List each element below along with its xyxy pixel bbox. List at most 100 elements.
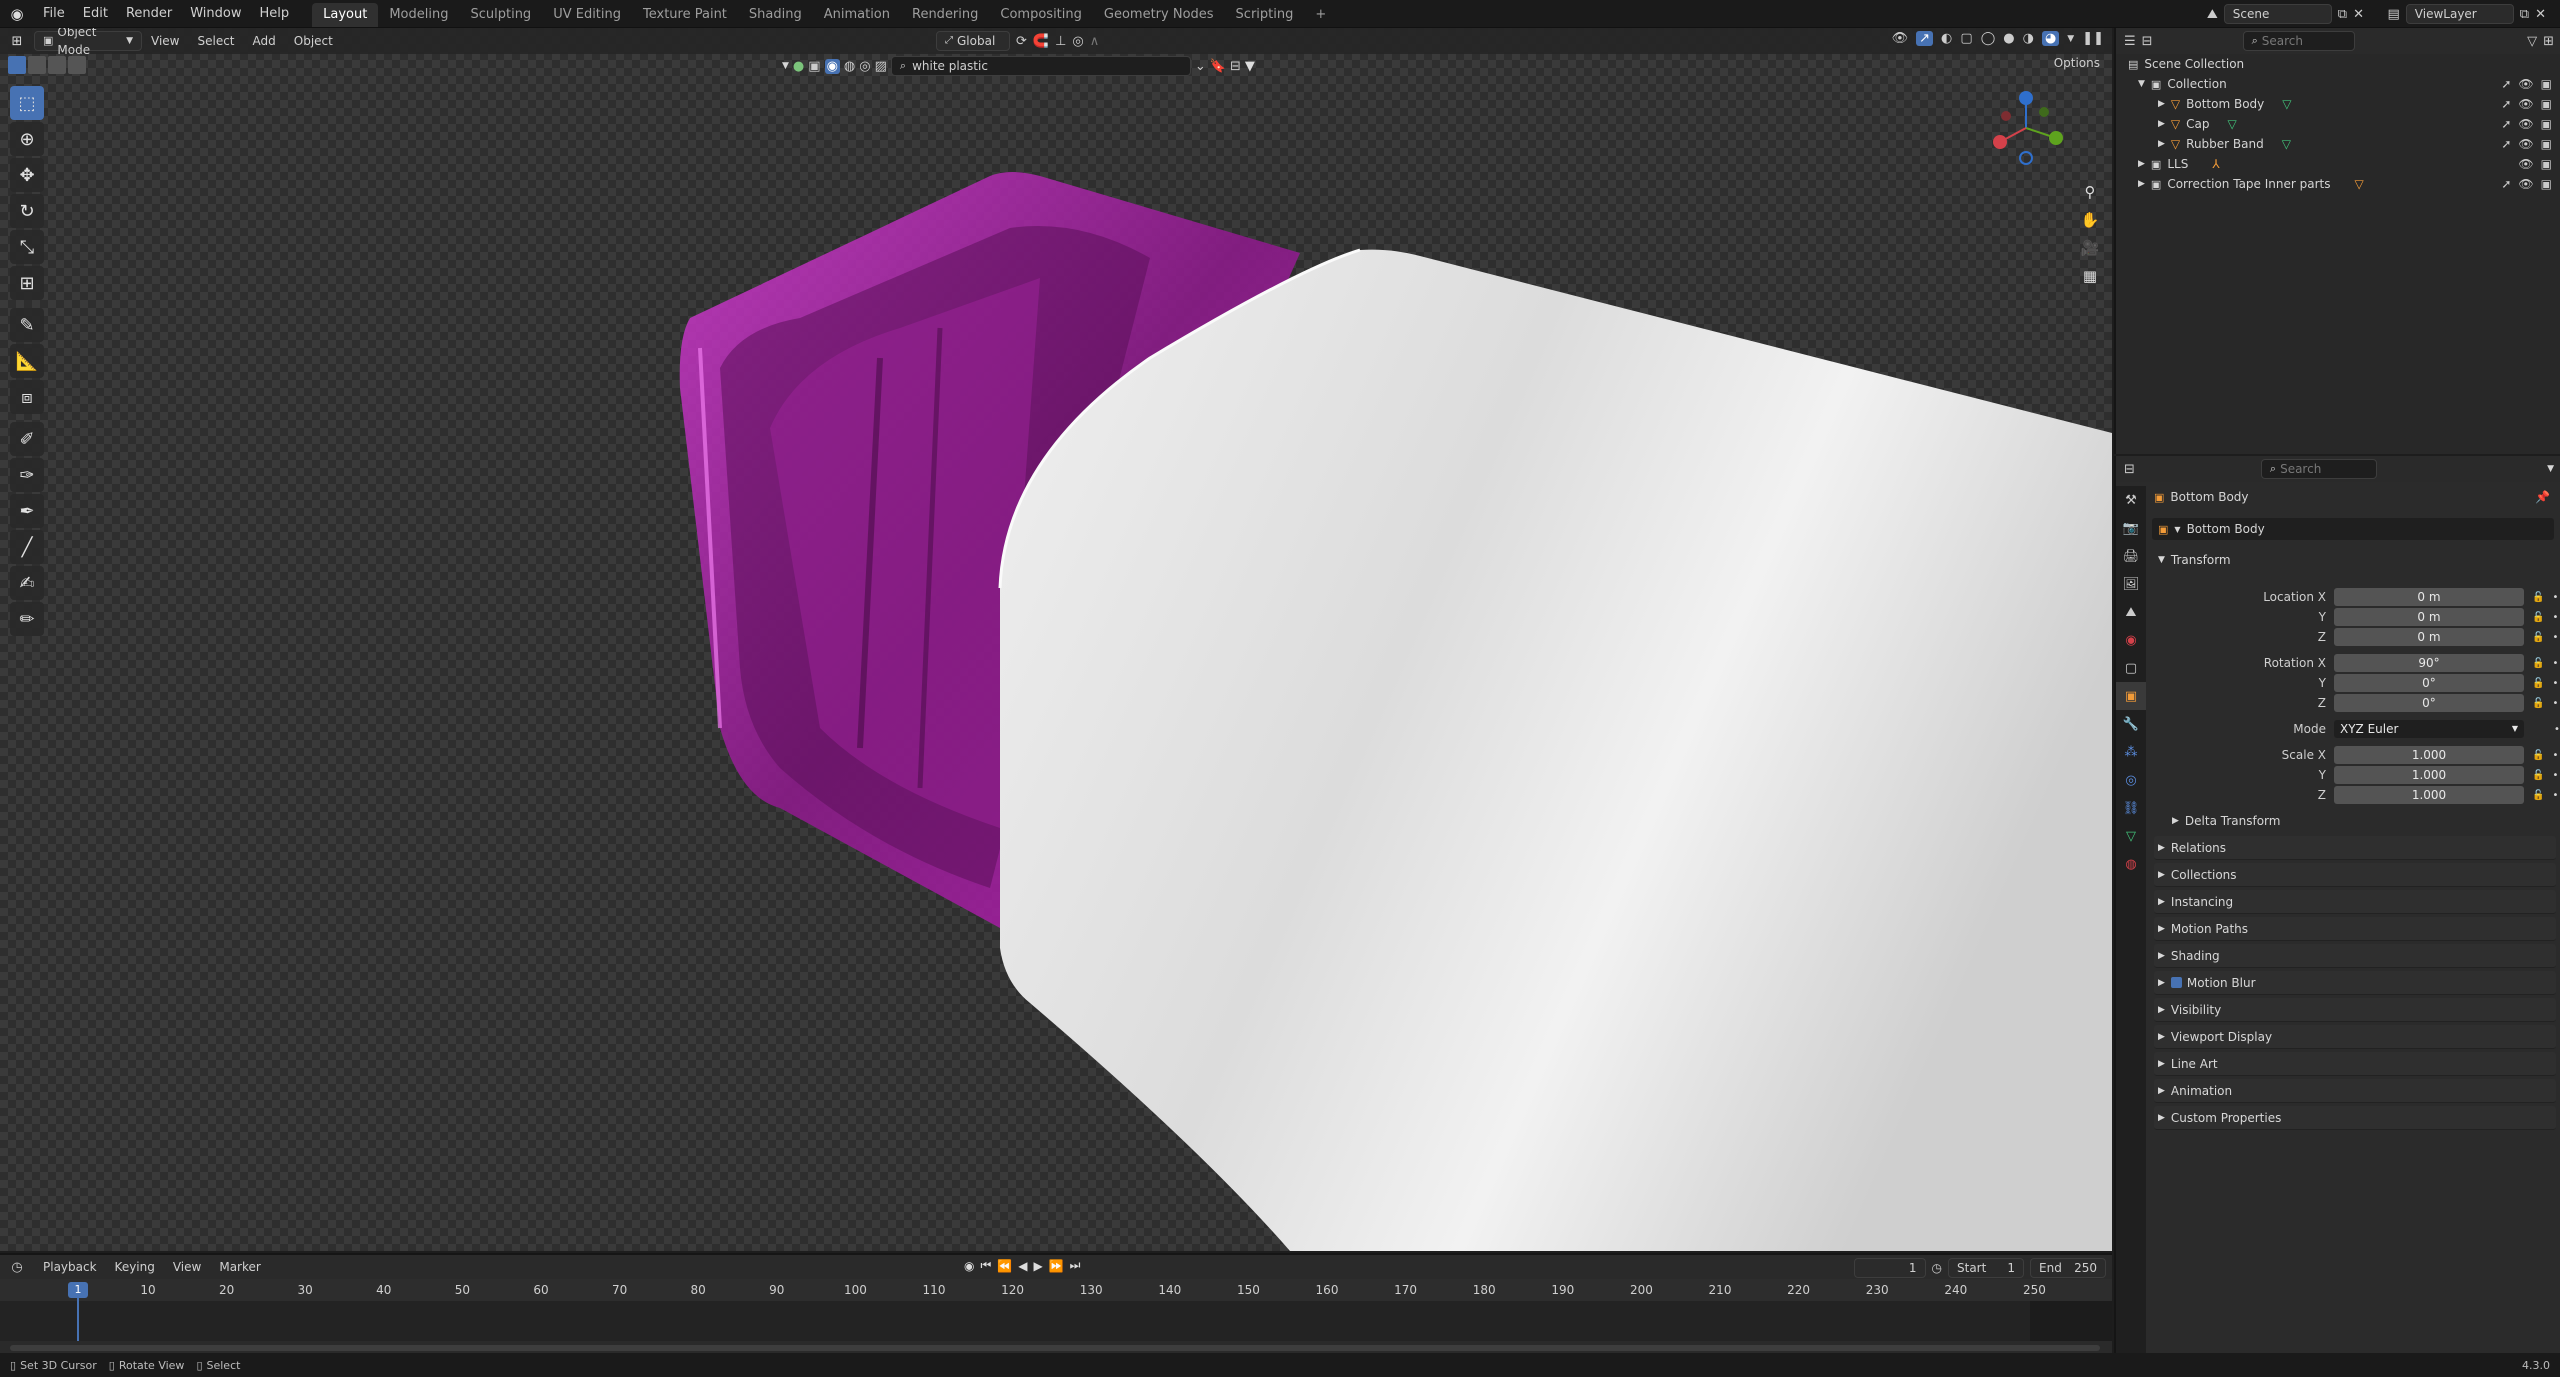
brush-tool-4-icon[interactable]: ╱ <box>10 530 44 564</box>
constraints-tab-icon[interactable]: ⛓ <box>2116 794 2146 822</box>
options-button[interactable]: Options <box>2054 56 2100 70</box>
expand-arrow-icon[interactable]: ▶ <box>2158 139 2165 149</box>
panel-shading[interactable]: ▶ Shading <box>2154 944 2556 968</box>
outliner-row-rubber-band[interactable]: ▶ ▽ Rubber Band ▽ ➚ 👁 ▣ <box>2116 134 2560 154</box>
select-arrow-icon[interactable]: ➚ <box>2501 77 2511 91</box>
outliner-editor-icon[interactable]: ☰ <box>2124 34 2136 49</box>
rotate-tool-icon[interactable]: ↻ <box>10 194 44 228</box>
cursor-tool-icon[interactable]: ⊕ <box>10 122 44 156</box>
sidebar-toggle-icon[interactable]: ❚❚ <box>2082 31 2104 46</box>
camera-icon[interactable]: ▣ <box>2541 137 2552 151</box>
xray-icon[interactable]: ▢ <box>1960 31 1972 46</box>
playhead-marker[interactable]: 1 <box>68 1282 88 1298</box>
brush-tool-2-icon[interactable]: ✑ <box>10 458 44 492</box>
lock-icon[interactable]: 🔓 <box>2532 678 2544 689</box>
panel-motion-paths[interactable]: ▶ Motion Paths <box>2154 917 2556 941</box>
select-extend-icon[interactable] <box>28 56 46 74</box>
panel-animation[interactable]: ▶ Animation <box>2154 1079 2556 1103</box>
menu-file[interactable]: File <box>34 0 74 28</box>
mode-selector[interactable]: ▣ Object Mode ▼ <box>34 28 142 57</box>
lock-icon[interactable]: 🔓 <box>2532 612 2544 623</box>
add-cube-tool-icon[interactable]: ⧈ <box>10 380 44 414</box>
tab-sculpting[interactable]: Sculpting <box>459 3 542 27</box>
snap-target-icon[interactable]: ⊥ <box>1055 34 1066 49</box>
output-tab-icon[interactable]: 🖨 <box>2116 542 2146 570</box>
transform-panel-header[interactable]: ▼ Transform <box>2154 548 2556 572</box>
mesh-data-icon[interactable]: ▽ <box>2282 137 2291 151</box>
add-workspace-button[interactable]: + <box>1304 3 1337 27</box>
scale-y-field[interactable]: 1.000 <box>2334 766 2524 784</box>
shading-material-icon[interactable]: ◑ <box>2023 31 2034 46</box>
snap-icon[interactable]: 🧲 <box>1033 34 1049 49</box>
z-axis-icon[interactable] <box>2019 91 2033 105</box>
tab-animation[interactable]: Animation <box>813 3 901 27</box>
keyframe-dot-icon[interactable]: • <box>2552 770 2558 781</box>
blender-logo-icon[interactable]: ◉ <box>0 5 34 23</box>
world-tab-icon[interactable]: ◉ <box>2116 626 2146 654</box>
timeline-track-area[interactable]: 10 20 30 40 50 60 70 80 90 100 110 120 130 140 150 160 1… <box>0 1279 2112 1341</box>
menu-object[interactable]: Object <box>285 34 342 48</box>
data-tab-icon[interactable]: ▽ <box>2116 822 2146 850</box>
neg-x-axis-icon[interactable] <box>2001 111 2011 121</box>
location-y-field[interactable]: 0 m <box>2334 608 2524 626</box>
panel-custom-properties[interactable]: ▶ Custom Properties <box>2154 1106 2556 1130</box>
tab-scripting[interactable]: Scripting <box>1225 3 1305 27</box>
lock-icon[interactable]: 🔓 <box>2532 632 2544 643</box>
outliner-search-input[interactable]: ⌕ Search <box>2242 31 2355 51</box>
shading-wireframe-icon[interactable]: ◯ <box>1981 31 1996 46</box>
lock-icon[interactable]: 🔓 <box>2532 770 2544 781</box>
rotation-z-field[interactable]: 0° <box>2334 694 2524 712</box>
shading-solid-icon[interactable]: ● <box>2003 31 2014 46</box>
panel-collections[interactable]: ▶ Collections <box>2154 863 2556 887</box>
keyframe-dot-icon[interactable]: • <box>2552 790 2558 801</box>
measure-tool-icon[interactable]: 📐 <box>10 344 44 378</box>
scene-collection-row[interactable]: ▤ Scene Collection <box>2116 54 2560 74</box>
gizmo-icon[interactable]: ↗ <box>1916 31 1934 46</box>
lock-icon[interactable]: 🔓 <box>2532 592 2544 603</box>
lock-icon[interactable]: 🔓 <box>2532 698 2544 709</box>
eye-icon[interactable]: 👁 <box>2518 77 2533 91</box>
material-search-field[interactable]: ⌕ white plastic <box>890 56 1191 76</box>
annotate-tool-icon[interactable]: ✎ <box>10 308 44 342</box>
menu-view[interactable]: View <box>142 34 188 48</box>
bookmark-icon[interactable]: 🔖 <box>1210 59 1226 74</box>
delete-scene-icon[interactable]: ✕ <box>2353 7 2364 22</box>
delete-viewlayer-icon[interactable]: ✕ <box>2535 7 2546 22</box>
x-axis-icon[interactable] <box>1993 135 2007 149</box>
outliner-row-bottom-body[interactable]: ▶ ▽ Bottom Body ▽ ➚ 👁 ▣ <box>2116 94 2560 114</box>
navigation-gizmo[interactable] <box>1986 88 2066 168</box>
properties-editor-icon[interactable]: ⊟ <box>2124 462 2135 477</box>
tab-geometry-nodes[interactable]: Geometry Nodes <box>1093 3 1225 27</box>
bottom-body-object[interactable] <box>998 248 2112 1251</box>
tab-rendering[interactable]: Rendering <box>901 3 989 27</box>
tab-shading[interactable]: Shading <box>738 3 813 27</box>
eye-icon[interactable]: 👁 <box>2518 157 2533 171</box>
select-new-icon[interactable] <box>8 56 26 74</box>
outliner-row-collection[interactable]: ▼ ▣ Collection ➚ 👁 ▣ <box>2116 74 2560 94</box>
menu-help[interactable]: Help <box>251 0 299 28</box>
select-box-tool-icon[interactable]: ⬚ <box>10 86 44 120</box>
proportional-edit-icon[interactable]: ◎ <box>1072 34 1083 49</box>
panel-visibility[interactable]: ▶ Visibility <box>2154 998 2556 1022</box>
keyframe-dot-icon[interactable]: • <box>2552 658 2558 669</box>
location-x-field[interactable]: 0 m <box>2334 588 2524 606</box>
tab-compositing[interactable]: Compositing <box>989 3 1093 27</box>
neg-z-axis-icon[interactable] <box>2019 151 2033 165</box>
tab-uv-editing[interactable]: UV Editing <box>542 3 632 27</box>
brush-tool-3-icon[interactable]: ✒ <box>10 494 44 528</box>
menu-add[interactable]: Add <box>244 34 285 48</box>
menu-select[interactable]: Select <box>188 34 243 48</box>
object-tab-icon[interactable]: ▣ <box>2116 682 2146 710</box>
material-tab-icon[interactable]: ◍ <box>2116 850 2146 878</box>
falloff-icon[interactable]: ∧ <box>1090 34 1100 49</box>
shading-options-icon[interactable]: ▼ <box>2067 34 2074 44</box>
brush-tool-1-icon[interactable]: ✐ <box>10 422 44 456</box>
select-arrow-icon[interactable]: ➚ <box>2501 117 2511 131</box>
mesh-object-icon[interactable]: ▽ <box>2354 177 2363 191</box>
select-intersect-icon[interactable] <box>68 56 86 74</box>
outliner-row-cap[interactable]: ▶ ▽ Cap ▽ ➚ 👁 ▣ <box>2116 114 2560 134</box>
scene-selector[interactable]: Scene <box>2223 4 2332 24</box>
clear-search-icon[interactable]: ⌄ <box>1195 59 1206 74</box>
collection-tab-icon[interactable]: ▢ <box>2116 654 2146 682</box>
keyframe-dot-icon[interactable]: • <box>2552 698 2558 709</box>
